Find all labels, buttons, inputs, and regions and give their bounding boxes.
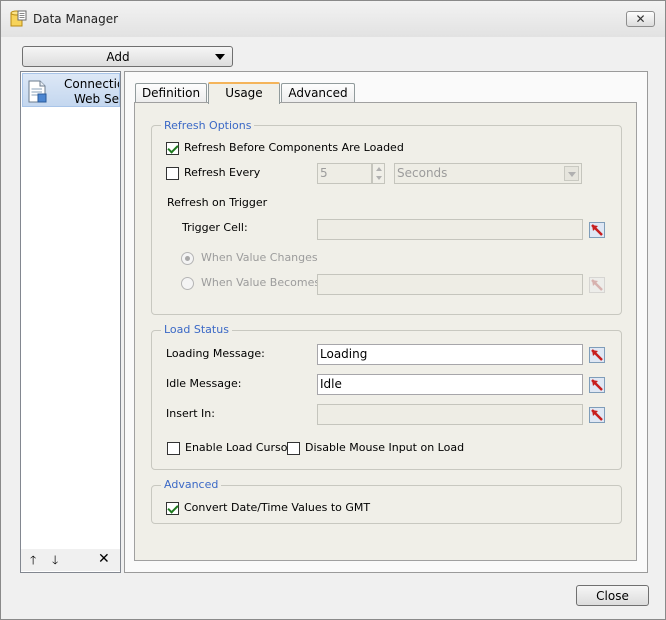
cell-picker-icon xyxy=(591,379,603,391)
close-button[interactable]: Close xyxy=(576,585,649,606)
close-icon: ✕ xyxy=(635,12,646,26)
list-toolbar: 🡑 🡓 ✕ xyxy=(21,549,120,571)
enable-load-cursor-checkbox[interactable] xyxy=(167,442,180,455)
refresh-interval-stepper[interactable] xyxy=(372,163,385,184)
cell-picker-button[interactable] xyxy=(589,407,605,423)
add-dropdown-button[interactable]: Add xyxy=(22,46,233,67)
refresh-before-label: Refresh Before Components Are Loaded xyxy=(184,141,404,154)
stepper-down-icon xyxy=(376,176,382,180)
refresh-options-legend: Refresh Options xyxy=(161,119,255,132)
chevron-down-icon xyxy=(564,166,579,181)
document-icon xyxy=(28,80,47,103)
tab-advanced[interactable]: Advanced xyxy=(281,83,355,103)
tab-definition[interactable]: Definition xyxy=(135,83,207,103)
refresh-unit-select[interactable]: Seconds xyxy=(394,163,582,184)
disable-mouse-input-checkbox[interactable] xyxy=(287,442,300,455)
database-icon xyxy=(10,10,27,27)
disable-mouse-input-label: Disable Mouse Input on Load xyxy=(305,441,465,454)
when-value-becomes-radio[interactable] xyxy=(181,277,194,290)
cell-picker-button[interactable] xyxy=(589,347,605,363)
refresh-unit-value: Seconds xyxy=(397,166,448,180)
window-title: Data Manager xyxy=(33,12,119,26)
insert-in-label: Insert In: xyxy=(166,407,215,420)
advanced-legend: Advanced xyxy=(161,478,222,491)
cell-picker-icon xyxy=(591,224,603,236)
data-manager-window: Data Manager ✕ Add Connection Web Servic… xyxy=(0,0,666,620)
when-value-becomes-input[interactable] xyxy=(317,274,583,295)
refresh-every-checkbox[interactable] xyxy=(166,167,179,180)
idle-message-label: Idle Message: xyxy=(166,377,242,390)
cell-picker-icon xyxy=(591,349,603,361)
insert-in-input[interactable] xyxy=(317,404,583,425)
when-value-changes-label: When Value Changes xyxy=(201,251,318,264)
list-item-name: Web Service xyxy=(74,92,119,106)
when-value-becomes-label: When Value Becomes xyxy=(201,276,321,289)
move-down-icon[interactable]: 🡓 xyxy=(52,554,58,566)
list-item[interactable]: Connection Web Service xyxy=(22,73,120,107)
idle-message-input[interactable]: Idle xyxy=(317,374,583,395)
cell-picker-button[interactable] xyxy=(589,277,605,293)
tab-usage[interactable]: Usage xyxy=(208,82,280,104)
add-button-label: Add xyxy=(106,50,130,64)
load-status-legend: Load Status xyxy=(161,323,232,336)
loading-message-label: Loading Message: xyxy=(166,347,265,360)
when-value-changes-radio[interactable] xyxy=(181,252,194,265)
cell-picker-button[interactable] xyxy=(589,222,605,238)
refresh-before-checkbox[interactable] xyxy=(166,142,179,155)
enable-load-cursor-label: Enable Load Cursor xyxy=(185,441,293,454)
refresh-on-trigger-label: Refresh on Trigger xyxy=(167,196,268,209)
list-item-type: Connection xyxy=(64,77,119,91)
stepper-up-icon xyxy=(376,167,382,171)
refresh-every-label: Refresh Every xyxy=(184,166,261,179)
cell-picker-icon xyxy=(591,279,603,291)
cell-picker-icon xyxy=(591,409,603,421)
loading-message-input[interactable]: Loading xyxy=(317,344,583,365)
cell-picker-button[interactable] xyxy=(589,377,605,393)
convert-gmt-checkbox[interactable] xyxy=(166,502,179,515)
refresh-interval-input[interactable]: 5 xyxy=(317,163,372,184)
connections-list[interactable]: Connection Web Service xyxy=(20,71,121,573)
title-bar[interactable]: Data Manager ✕ xyxy=(1,1,665,37)
trigger-cell-input[interactable] xyxy=(317,219,583,240)
window-close-button[interactable]: ✕ xyxy=(626,11,655,27)
delete-icon[interactable]: ✕ xyxy=(98,552,110,566)
chevron-down-icon xyxy=(215,54,225,60)
convert-gmt-label: Convert Date/Time Values to GMT xyxy=(184,501,371,514)
trigger-cell-label: Trigger Cell: xyxy=(182,221,248,234)
move-up-icon[interactable]: 🡑 xyxy=(30,554,36,566)
